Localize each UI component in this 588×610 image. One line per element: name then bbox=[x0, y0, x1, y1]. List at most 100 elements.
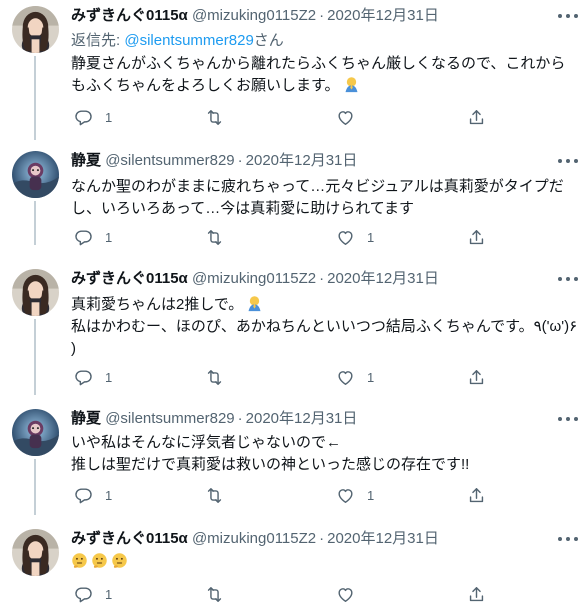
tweet-header: みずきんぐ0115α @mizuking0115Z2 · 2020年12月31日 bbox=[71, 529, 548, 549]
tweet-date[interactable]: 2020年12月31日 bbox=[327, 7, 439, 24]
tweet-text-line: もふくちゃんをよろしくお願いします。 bbox=[71, 75, 576, 97]
dot bbox=[558, 277, 562, 281]
tweet-header: 静夏 @silentsummer829 · 2020年12月31日 bbox=[71, 151, 548, 171]
tweet-text-line: なんか聖のわがままに疲れちゃって…元々ビジュアルは真莉愛がタイプだ bbox=[71, 178, 564, 195]
author-name[interactable]: みずきんぐ0115α bbox=[71, 270, 188, 287]
thread-connector bbox=[34, 459, 36, 515]
tweet[interactable]: みずきんぐ0115α @mizuking0115Z2 · 2020年12月31日 1 bbox=[0, 523, 588, 610]
author-handle[interactable]: @mizuking0115Z2 bbox=[192, 7, 316, 24]
tweet-text: いや私はそんなに浮気者じゃないので← 推しは聖だけで真莉愛は救いの神といった感じ… bbox=[71, 432, 576, 476]
avatar[interactable] bbox=[12, 269, 59, 316]
retweet-arrows-icon bbox=[205, 486, 224, 505]
reply-count: 1 bbox=[105, 109, 113, 125]
avatar[interactable] bbox=[12, 529, 59, 576]
speech-bubble-icon bbox=[74, 585, 93, 604]
share-button[interactable] bbox=[467, 483, 486, 507]
more-options-button[interactable] bbox=[558, 531, 578, 547]
like-count: 1 bbox=[367, 487, 375, 503]
like-button[interactable]: 1 bbox=[336, 365, 374, 389]
retweet-button[interactable] bbox=[205, 225, 224, 249]
share-upload-icon bbox=[467, 486, 486, 505]
folded-hands-emoji bbox=[343, 76, 360, 93]
like-button[interactable]: 1 bbox=[336, 225, 374, 249]
replying-to: 返信先: @silentsummer829さん bbox=[71, 31, 284, 51]
reply-count: 1 bbox=[105, 487, 113, 503]
share-button[interactable] bbox=[467, 105, 486, 129]
replying-mention-link[interactable]: @silentsummer829 bbox=[124, 32, 253, 49]
like-button[interactable] bbox=[336, 105, 367, 129]
thread-connector bbox=[34, 56, 36, 140]
heart-icon bbox=[336, 228, 355, 247]
tweet-date[interactable]: 2020年12月31日 bbox=[246, 410, 358, 427]
reply-count: 1 bbox=[105, 586, 113, 602]
thread-connector bbox=[34, 319, 36, 395]
tweet-date[interactable]: 2020年12月31日 bbox=[327, 530, 439, 547]
retweet-arrows-icon bbox=[205, 108, 224, 127]
avatar[interactable] bbox=[12, 151, 59, 198]
reply-button[interactable]: 1 bbox=[74, 365, 112, 389]
like-button[interactable] bbox=[336, 582, 367, 606]
tweet[interactable]: みずきんぐ0115α @mizuking0115Z2 · 2020年12月31日 真… bbox=[0, 263, 588, 403]
separator-dot: · bbox=[319, 270, 325, 287]
tweet-text-line: 私はかわむー、ほのぴ、あかねちんといいつつ結局ふくちゃんです。٩('ω')۶ bbox=[71, 318, 578, 335]
like-count: 1 bbox=[367, 229, 375, 245]
reply-button[interactable]: 1 bbox=[74, 225, 112, 249]
author-handle[interactable]: @mizuking0115Z2 bbox=[192, 530, 316, 547]
retweet-button[interactable] bbox=[205, 582, 224, 606]
share-button[interactable] bbox=[467, 225, 486, 249]
tweet-text-segment: もふくちゃんをよろしくお願いします。 bbox=[71, 77, 340, 94]
reply-count: 1 bbox=[105, 369, 113, 385]
more-options-button[interactable] bbox=[558, 271, 578, 287]
separator-dot: · bbox=[237, 152, 243, 169]
reply-button[interactable]: 1 bbox=[74, 483, 112, 507]
tweet-text bbox=[71, 551, 576, 573]
more-options-button[interactable] bbox=[558, 153, 578, 169]
author-handle[interactable]: @mizuking0115Z2 bbox=[192, 270, 316, 287]
tweet-date[interactable]: 2020年12月31日 bbox=[327, 270, 439, 287]
retweet-button[interactable] bbox=[205, 105, 224, 129]
retweet-arrows-icon bbox=[205, 585, 224, 604]
separator-dot: · bbox=[319, 7, 325, 24]
retweet-arrows-icon bbox=[205, 228, 224, 247]
tweet[interactable]: みずきんぐ0115α @mizuking0115Z2 · 2020年12月31日 返… bbox=[0, 0, 588, 140]
retweet-button[interactable] bbox=[205, 365, 224, 389]
tweet-text: 真莉愛ちゃんは2推しで。 私はかわむー、ほのぴ、あかねちんといいつつ結局ふくちゃ… bbox=[71, 294, 578, 360]
reply-button[interactable]: 1 bbox=[74, 582, 112, 606]
share-upload-icon bbox=[467, 228, 486, 247]
author-name[interactable]: 静夏 bbox=[71, 152, 101, 169]
tweet-actions: 1 bbox=[71, 582, 501, 606]
dot bbox=[558, 537, 562, 541]
share-button[interactable] bbox=[467, 365, 486, 389]
share-button[interactable] bbox=[467, 582, 486, 606]
reply-button[interactable]: 1 bbox=[74, 105, 112, 129]
author-handle[interactable]: @silentsummer829 bbox=[105, 410, 234, 427]
separator-dot: · bbox=[319, 530, 325, 547]
more-options-button[interactable] bbox=[558, 411, 578, 427]
share-upload-icon bbox=[467, 108, 486, 127]
heart-icon bbox=[336, 108, 355, 127]
dot bbox=[566, 277, 570, 281]
author-name[interactable]: 静夏 bbox=[71, 410, 101, 427]
author-handle[interactable]: @silentsummer829 bbox=[105, 152, 234, 169]
author-name[interactable]: みずきんぐ0115α bbox=[71, 7, 188, 24]
tweet-text-line: 真莉愛ちゃんは2推しで。 bbox=[71, 294, 576, 316]
avatar[interactable] bbox=[12, 409, 59, 456]
author-name[interactable]: みずきんぐ0115α bbox=[71, 530, 188, 547]
more-options-button[interactable] bbox=[558, 8, 578, 24]
tweet[interactable]: 静夏 @silentsummer829 · 2020年12月31日 いや私はそんなに… bbox=[0, 403, 588, 515]
tweet-text: 静夏さんがふくちゃんから離れたらふくちゃん厳しくなるので、これから もふくちゃん… bbox=[71, 53, 576, 97]
share-upload-icon bbox=[467, 368, 486, 387]
dot bbox=[558, 14, 562, 18]
avatar-image bbox=[12, 6, 59, 53]
tweet-actions: 1 bbox=[71, 105, 501, 129]
like-button[interactable]: 1 bbox=[336, 483, 374, 507]
heart-icon bbox=[336, 486, 355, 505]
thread-connector bbox=[34, 201, 36, 245]
retweet-button[interactable] bbox=[205, 483, 224, 507]
dot bbox=[574, 277, 578, 281]
like-count: 1 bbox=[367, 369, 375, 385]
tweet[interactable]: 静夏 @silentsummer829 · 2020年12月31日 なんか聖のわがま… bbox=[0, 145, 588, 255]
tweet-thread: みずきんぐ0115α @mizuking0115Z2 · 2020年12月31日 返… bbox=[0, 0, 588, 610]
tweet-date[interactable]: 2020年12月31日 bbox=[246, 152, 358, 169]
avatar[interactable] bbox=[12, 6, 59, 53]
